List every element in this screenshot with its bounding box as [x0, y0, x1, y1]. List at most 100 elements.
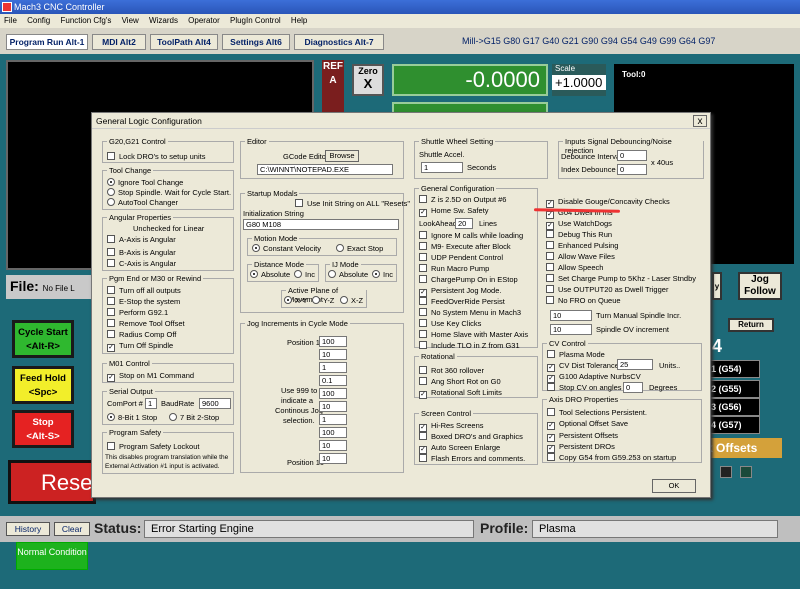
checkbox-icon[interactable] — [419, 454, 427, 462]
tab-program-run[interactable]: Program Run Alt-1 — [6, 34, 88, 50]
offsets-button[interactable]: k Offsets — [702, 438, 782, 458]
clear-button[interactable]: Clear — [54, 522, 90, 536]
auto-enlarge-option[interactable]: ✓ Auto Screen Enlarge — [419, 443, 500, 454]
tab-toolpath[interactable]: ToolPath Alt4 — [150, 34, 218, 50]
checkbox-icon[interactable] — [107, 235, 115, 243]
jog-inc-input[interactable]: 10 — [319, 401, 347, 412]
b-axis-option[interactable]: B-Axis is Angular — [107, 248, 176, 258]
radio-icon[interactable] — [284, 296, 292, 304]
radio-icon[interactable] — [328, 270, 336, 278]
spindle-ov-input[interactable]: 10 — [550, 324, 592, 335]
jog-inc-input[interactable]: 10 — [319, 440, 347, 451]
checkbox-icon[interactable] — [546, 285, 554, 293]
checkbox-icon[interactable] — [546, 241, 554, 249]
ok-button[interactable]: OK — [652, 479, 696, 493]
checkbox-icon[interactable] — [546, 296, 554, 304]
checkbox-icon[interactable] — [107, 297, 115, 305]
checkbox-icon[interactable] — [546, 252, 554, 260]
pgm-end-item-0[interactable]: Turn off all outputs — [107, 286, 181, 296]
ij-absolute-option[interactable]: Absolute — [328, 270, 368, 280]
checkbox-icon[interactable] — [419, 275, 427, 283]
ang-short-option[interactable]: Ang Short Rot on G0 — [419, 377, 501, 387]
right-item-2[interactable]: ✓ Use WatchDogs — [546, 219, 612, 230]
index-debounce-input[interactable]: 0 — [617, 164, 647, 175]
menu-operator[interactable]: Operator — [188, 16, 220, 25]
checkbox-icon[interactable]: ✓ — [547, 422, 555, 430]
ignore-tool-change-option[interactable]: Ignore Tool Change — [107, 178, 183, 188]
jog-follow-button[interactable]: Jog Follow — [738, 272, 782, 300]
tab-mdi[interactable]: MDI Alt2 — [92, 34, 146, 50]
checkbox-icon[interactable]: ✓ — [547, 445, 555, 453]
checkbox-icon[interactable] — [547, 350, 555, 358]
tab-settings[interactable]: Settings Alt6 — [222, 34, 290, 50]
checkbox-icon[interactable]: ✓ — [107, 344, 115, 352]
checkbox-icon[interactable]: ✓ — [547, 434, 555, 442]
general-item-8[interactable]: Use Key Clicks — [419, 319, 481, 329]
checkbox-icon[interactable] — [547, 453, 555, 461]
menu-file[interactable]: File — [4, 16, 17, 25]
stop-button[interactable]: Stop <Alt-S> — [12, 410, 74, 448]
checkbox-icon[interactable]: ✓ — [419, 424, 427, 432]
checkbox-icon[interactable] — [419, 319, 427, 327]
cv-tol-input[interactable]: 25 — [617, 359, 653, 370]
right-item-8[interactable]: Use OUTPUT20 as Dwell Trigger — [546, 285, 668, 295]
checkbox-icon[interactable] — [546, 230, 554, 238]
plasma-mode-option[interactable]: Plasma Mode — [547, 350, 605, 360]
g57-button[interactable]: 4 (G57) — [706, 416, 760, 434]
tool-persistent-option[interactable]: Tool Selections Persistent. — [547, 408, 647, 418]
checkbox-icon[interactable]: ✓ — [107, 374, 115, 382]
hires-option[interactable]: ✓ Hi-Res Screens — [419, 421, 484, 432]
g56-button[interactable]: 3 (G56) — [706, 398, 760, 416]
menu-plugin-control[interactable]: PlugIn Control — [230, 16, 281, 25]
reset-button[interactable]: Rese — [8, 460, 96, 504]
optional-offset-option[interactable]: ✓ Optional Offset Save — [547, 419, 628, 430]
turn-manual-input[interactable]: 10 — [550, 310, 592, 321]
radio-icon[interactable] — [336, 244, 344, 252]
jog-inc-input[interactable]: 1 — [319, 362, 347, 373]
persistent-dros-option[interactable]: ✓ Persistent DROs — [547, 442, 615, 453]
close-icon[interactable]: x — [693, 115, 707, 127]
cv-tol-option[interactable]: ✓ CV Dist Tolerance — [547, 361, 619, 372]
jog-inc-input[interactable]: 100 — [319, 427, 347, 438]
menu-view[interactable]: View — [122, 16, 139, 25]
radio-icon[interactable] — [250, 270, 258, 278]
c-axis-option[interactable]: C-Axis is Angular — [107, 259, 176, 269]
z25d-option[interactable]: Z is 2.5D on Output #6 — [419, 195, 506, 205]
right-item-3[interactable]: Debug This Run — [546, 230, 612, 240]
jog-inc-input[interactable]: 10 — [319, 349, 347, 360]
jog-inc-input[interactable]: 100 — [319, 388, 347, 399]
general-item-6[interactable]: FeedOverRide Persist — [419, 297, 505, 307]
comport-input[interactable]: 1 — [145, 398, 157, 409]
checkbox-icon[interactable] — [419, 330, 427, 338]
right-item-6[interactable]: Allow Speech — [546, 263, 603, 273]
general-item-1[interactable]: M9- Execute after Block — [419, 242, 511, 252]
right-item-5[interactable]: Allow Wave Files — [546, 252, 615, 262]
right-item-9[interactable]: No FRO on Queue — [546, 296, 621, 306]
exact-stop-option[interactable]: Exact Stop — [336, 244, 383, 254]
radio-icon[interactable] — [340, 296, 348, 304]
checkbox-icon[interactable] — [419, 253, 427, 261]
radio-icon[interactable] — [372, 270, 380, 278]
right-item-0[interactable]: ✓ Disable Gouge/Concavity Checks — [546, 197, 670, 208]
plane-xz-option[interactable]: X-Z — [340, 296, 363, 306]
debounce-input[interactable]: 0 — [617, 150, 647, 161]
a-axis-option[interactable]: A-Axis is Angular — [107, 235, 176, 245]
distance-absolute-option[interactable]: Absolute — [250, 270, 290, 280]
checkbox-icon[interactable] — [107, 152, 115, 160]
checkbox-icon[interactable] — [547, 383, 555, 391]
radio-icon[interactable] — [107, 188, 115, 196]
general-item-4[interactable]: ChargePump On in EStop — [419, 275, 518, 285]
home-safety-option[interactable]: ✓ Home Sw. Safety — [419, 206, 489, 217]
baud-input[interactable]: 9600 — [199, 398, 231, 409]
init-string-input[interactable]: G80 M108 — [243, 219, 399, 230]
general-item-10[interactable]: Include TLO in Z from G31 — [419, 341, 520, 351]
checkbox-icon[interactable] — [419, 341, 427, 349]
distance-inc-option[interactable]: Inc — [294, 270, 315, 280]
zero-x-button[interactable]: Zero X — [352, 64, 384, 96]
tab-diagnostics[interactable]: Diagnostics Alt-7 — [294, 34, 384, 50]
feed-hold-button[interactable]: Feed Hold <Spc> — [12, 366, 74, 404]
radio-icon[interactable] — [252, 244, 260, 252]
radio-icon[interactable] — [107, 413, 115, 421]
flash-errors-option[interactable]: Flash Errors and comments. — [419, 454, 525, 464]
checkbox-icon[interactable] — [107, 308, 115, 316]
